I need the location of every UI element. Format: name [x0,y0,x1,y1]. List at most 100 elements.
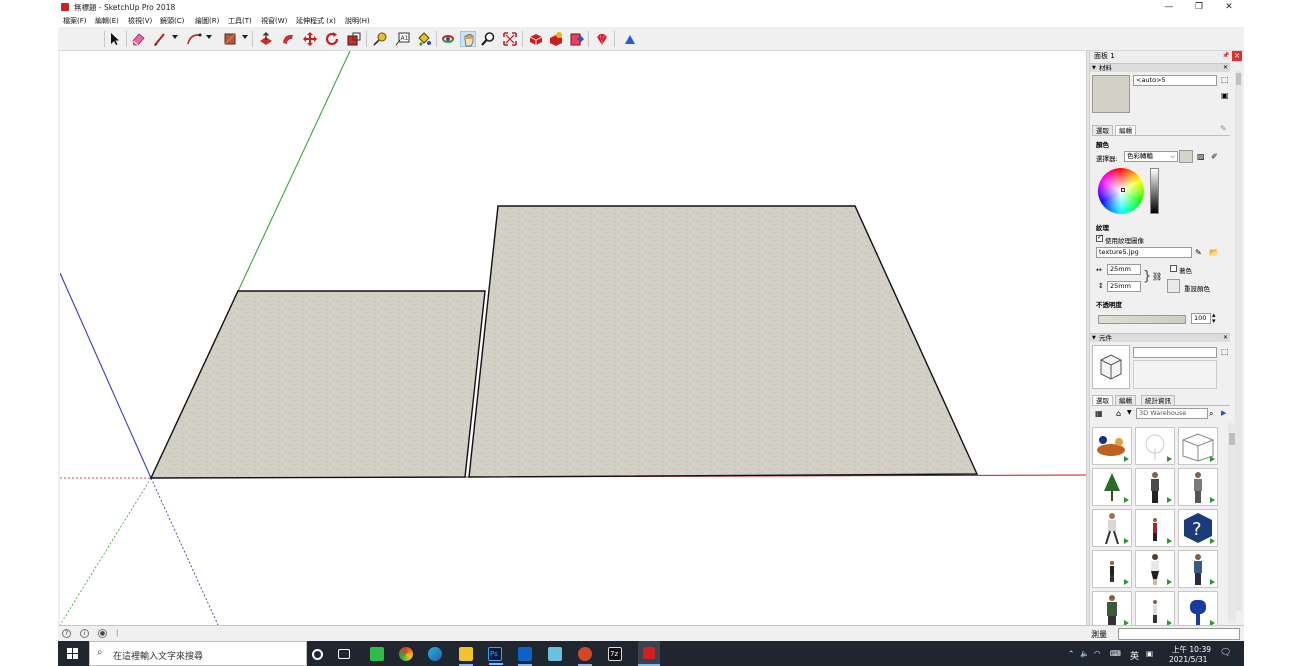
opacity-slider[interactable] [1098,315,1186,324]
browse-texture-icon[interactable]: 📂 [1209,248,1219,257]
pan-tool-icon[interactable] [460,31,476,47]
line-icon[interactable] [370,647,384,661]
arc-tool-icon[interactable] [186,31,202,47]
default-material-icon[interactable]: ▣ [1221,91,1229,100]
components-tab-select[interactable]: 選取 [1092,395,1113,405]
minimize-button[interactable]: — [1156,0,1182,14]
task-view-icon[interactable] [338,649,350,659]
component-person-small[interactable] [1135,509,1175,547]
tray-pin-icon[interactable]: 📌 [1222,52,1229,59]
rotate-tool-icon[interactable] [324,31,340,47]
tray-scrollbar[interactable] [1235,71,1242,611]
component-details-icon[interactable]: ⬚ [1221,347,1229,356]
input-language[interactable]: 英 [1130,649,1139,662]
opacity-value-field[interactable]: 100 [1191,313,1211,324]
photoshop-icon[interactable]: Ps [488,647,503,665]
texture-file-field[interactable]: texture5.jpg [1096,247,1192,258]
move-tool-icon[interactable] [302,31,318,47]
sevenzip-icon[interactable]: 7z [608,647,622,661]
section-plane-tool-icon[interactable] [622,31,638,47]
powerpoint-icon[interactable] [578,647,592,666]
tray-close-icon[interactable]: ✕ [1232,51,1242,61]
color-wheel[interactable] [1098,168,1144,214]
line-tool-icon[interactable] [152,31,168,47]
colorize-checkbox[interactable] [1170,265,1177,272]
menu-window[interactable]: 視窗(W) [261,16,287,26]
warehouse-search-input[interactable]: 3D Warehouse [1136,408,1208,419]
windows-start-icon[interactable] [67,648,79,660]
orbit-tool-icon[interactable] [440,31,456,47]
volume-icon[interactable]: 🔈 [1080,649,1089,658]
menu-camera[interactable]: 鏡頭(C) [160,16,184,26]
edit-texture-icon[interactable]: ✎ [1195,248,1202,257]
component-person-small[interactable] [1092,550,1132,588]
menu-help[interactable]: 說明(H) [345,16,370,26]
show-hidden-icons[interactable]: ⌃ [1068,649,1074,658]
warehouse-tool-icon[interactable] [528,31,544,47]
geo-location-icon[interactable]: ? [62,629,71,638]
materials-panel-header[interactable]: 材料 [1090,63,1230,73]
zoom-tool-icon[interactable] [480,31,496,47]
maximize-button[interactable]: ❐ [1186,0,1212,14]
navigation-dropdown-icon[interactable]: ▼ [1127,409,1132,416]
view-options-icon[interactable]: ▦ [1095,409,1103,418]
picker-select[interactable]: 色彩轉輪 ⌵ [1124,151,1178,162]
push-pull-tool-icon[interactable] [258,31,274,47]
measurements-box[interactable] [1118,628,1240,640]
menu-extensions[interactable]: 延伸程式 (x) [296,16,336,26]
tape-measure-tool-icon[interactable] [372,31,388,47]
credits-icon[interactable]: i [80,629,89,638]
components-panel-close-icon[interactable]: ✕ [1223,334,1228,341]
user-icon[interactable]: ● [98,629,107,638]
text-tool-icon[interactable]: A1 [394,31,410,47]
menu-view[interactable]: 檢視(V) [128,16,152,26]
component-person-small[interactable] [1135,591,1175,625]
component-tree[interactable] [1092,468,1132,506]
lock-aspect-chain-icon[interactable]: ⛓ [1152,272,1162,281]
send-to-layout-tool-icon[interactable] [568,31,584,47]
components-panel-header[interactable]: 元件 [1090,333,1230,343]
opacity-spinner-icon[interactable]: ▴ ▾ [1212,312,1216,325]
component-person-walking[interactable] [1092,509,1132,547]
material-name-field[interactable]: <auto>5 [1133,75,1217,86]
components-tab-edit[interactable]: 編輯 [1115,395,1136,405]
clock-time[interactable]: 上午 10:39 [1172,644,1211,655]
component-tree-sketch[interactable] [1135,427,1175,465]
component-car-figure[interactable] [1092,427,1132,465]
ime-icon[interactable]: ▣ [1146,649,1153,658]
arc-tool-dropdown-icon[interactable] [206,35,212,39]
scene-canvas[interactable] [60,51,1087,625]
texture-width-field[interactable]: 25mm [1107,264,1141,275]
taskbar-search-box[interactable]: ⌕ 在這裡輸入文字來搜尋 [89,641,307,666]
menu-file[interactable]: 檔案(F) [63,16,87,26]
match-model-color-icon[interactable]: ▨ [1197,152,1205,161]
chrome-icon[interactable] [399,647,413,661]
floor-slab-small[interactable] [149,290,486,479]
menu-tools[interactable]: 工具(T) [228,16,252,26]
ruby-console-tool-icon[interactable] [594,31,610,47]
file-explorer-icon[interactable] [459,647,473,666]
floor-slab-large[interactable] [468,205,979,478]
cortana-icon[interactable] [312,649,323,660]
edge-icon[interactable] [428,647,442,661]
zoom-extents-tool-icon[interactable] [502,31,518,47]
eraser-tool-icon[interactable] [130,31,146,47]
component-description-field[interactable] [1133,360,1217,389]
home-icon[interactable]: ⌂ [1116,409,1121,418]
forward-icon[interactable]: ▶ [1221,409,1226,417]
modeling-viewport[interactable] [60,51,1087,625]
texture-height-field[interactable]: 25mm [1107,281,1141,292]
sketchup-taskbar-button[interactable] [638,641,660,666]
outlook-icon[interactable] [518,647,532,666]
keyboard-icon[interactable]: ⌨ [1110,649,1121,658]
materials-panel-close-icon[interactable]: ✕ [1223,64,1228,71]
component-person-standing[interactable] [1135,468,1175,506]
component-person-woman[interactable] [1135,550,1175,588]
help-badge-icon[interactable]: ? [1178,509,1218,547]
materials-tab-edit[interactable]: 編輯 [1115,125,1136,135]
match-screen-color-icon[interactable]: ✐ [1211,152,1218,161]
extension-warehouse-tool-icon[interactable] [548,31,564,47]
brightness-slider[interactable] [1150,168,1159,214]
material-color-swatch[interactable] [1179,150,1193,163]
follow-me-tool-icon[interactable] [280,31,296,47]
